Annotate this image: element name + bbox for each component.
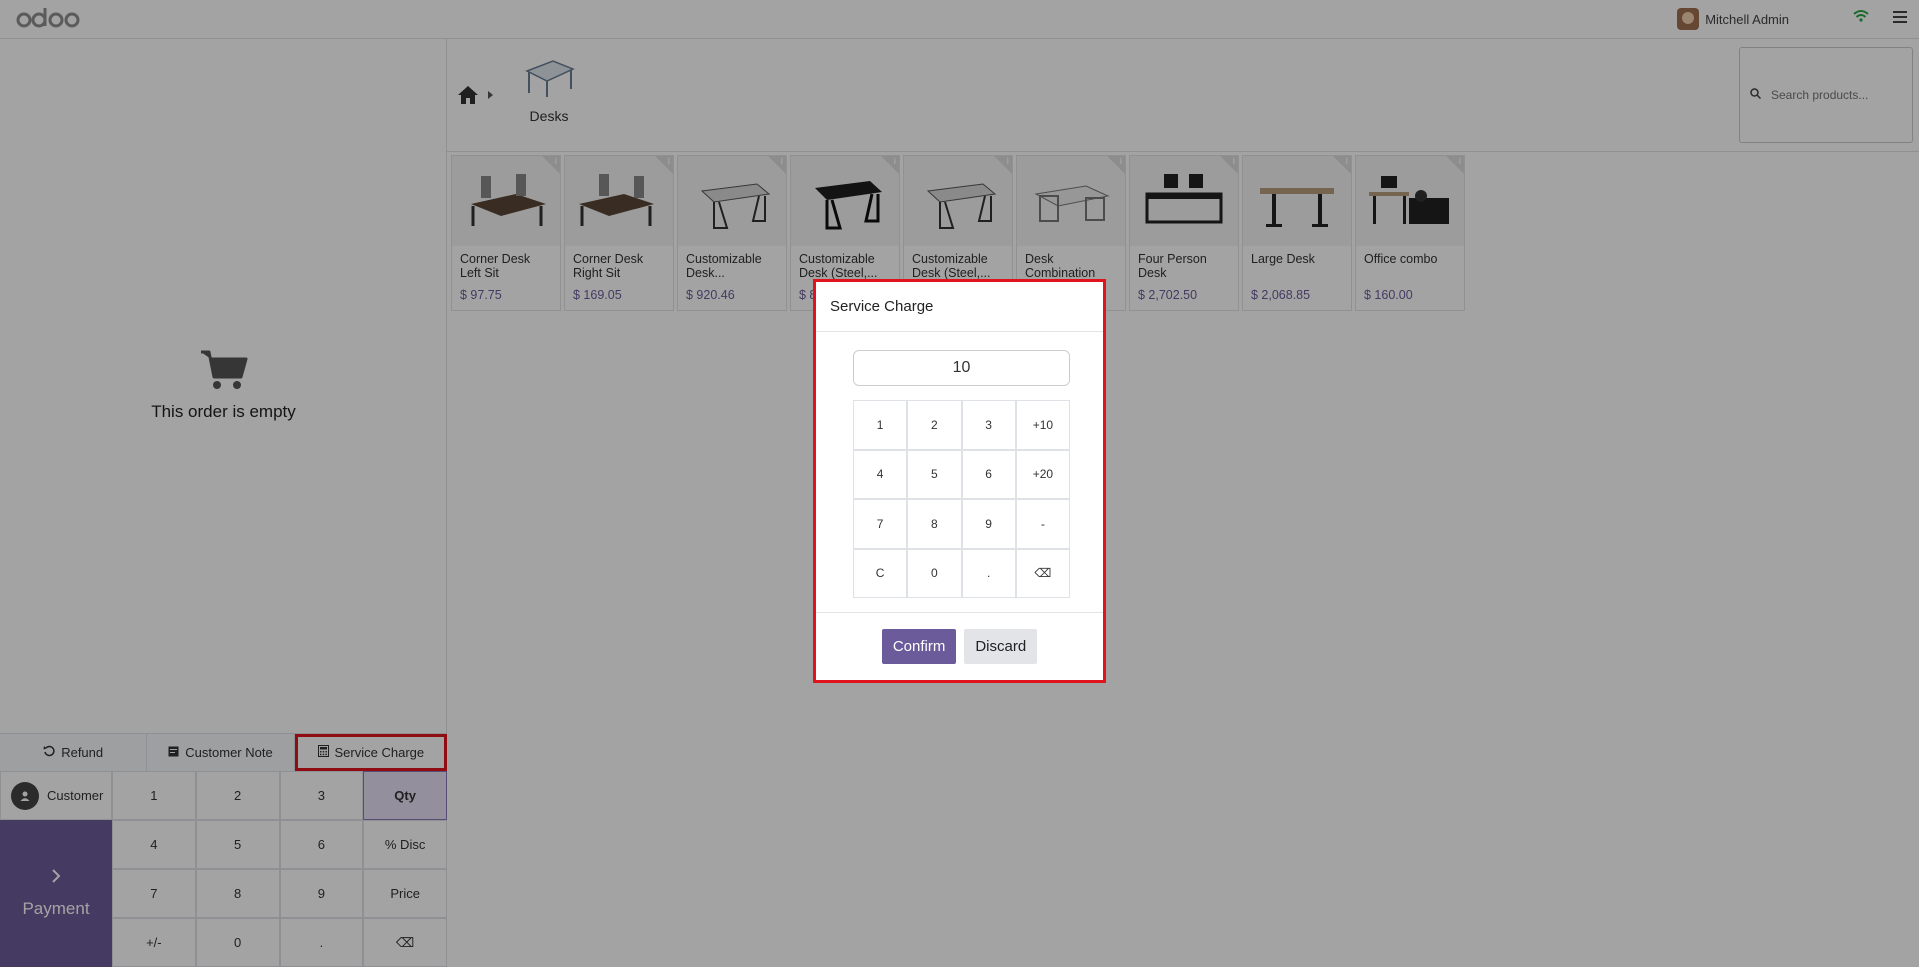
dialog-key-minus[interactable]: -: [1015, 499, 1070, 549]
dialog-key-1[interactable]: 1: [853, 400, 908, 450]
dialog-footer: Confirm Discard: [816, 612, 1103, 680]
dialog-key-clear[interactable]: C: [853, 548, 908, 598]
service-charge-dialog: Service Charge 10 1 2 3 +10 4 5 6 +20 7 …: [813, 279, 1106, 683]
dialog-key-3[interactable]: 3: [961, 400, 1016, 450]
charge-amount-input[interactable]: 10: [853, 350, 1070, 386]
dialog-key-0[interactable]: 0: [907, 548, 962, 598]
dialog-key-plus10[interactable]: +10: [1015, 400, 1070, 450]
dialog-key-9[interactable]: 9: [961, 499, 1016, 549]
dialog-key-8[interactable]: 8: [907, 499, 962, 549]
dialog-numpad: 1 2 3 +10 4 5 6 +20 7 8 9 - C 0 . ⌫: [853, 400, 1070, 598]
discard-button[interactable]: Discard: [964, 629, 1038, 664]
confirm-button[interactable]: Confirm: [881, 629, 957, 664]
dialog-key-5[interactable]: 5: [907, 449, 962, 499]
dialog-key-dot[interactable]: .: [961, 548, 1016, 598]
dialog-backspace[interactable]: ⌫: [1015, 548, 1070, 598]
dialog-key-2[interactable]: 2: [907, 400, 962, 450]
dialog-key-7[interactable]: 7: [853, 499, 908, 549]
dialog-key-6[interactable]: 6: [961, 449, 1016, 499]
dialog-title: Service Charge: [816, 282, 1103, 332]
dialog-key-plus20[interactable]: +20: [1015, 449, 1070, 499]
dialog-key-4[interactable]: 4: [853, 449, 908, 499]
